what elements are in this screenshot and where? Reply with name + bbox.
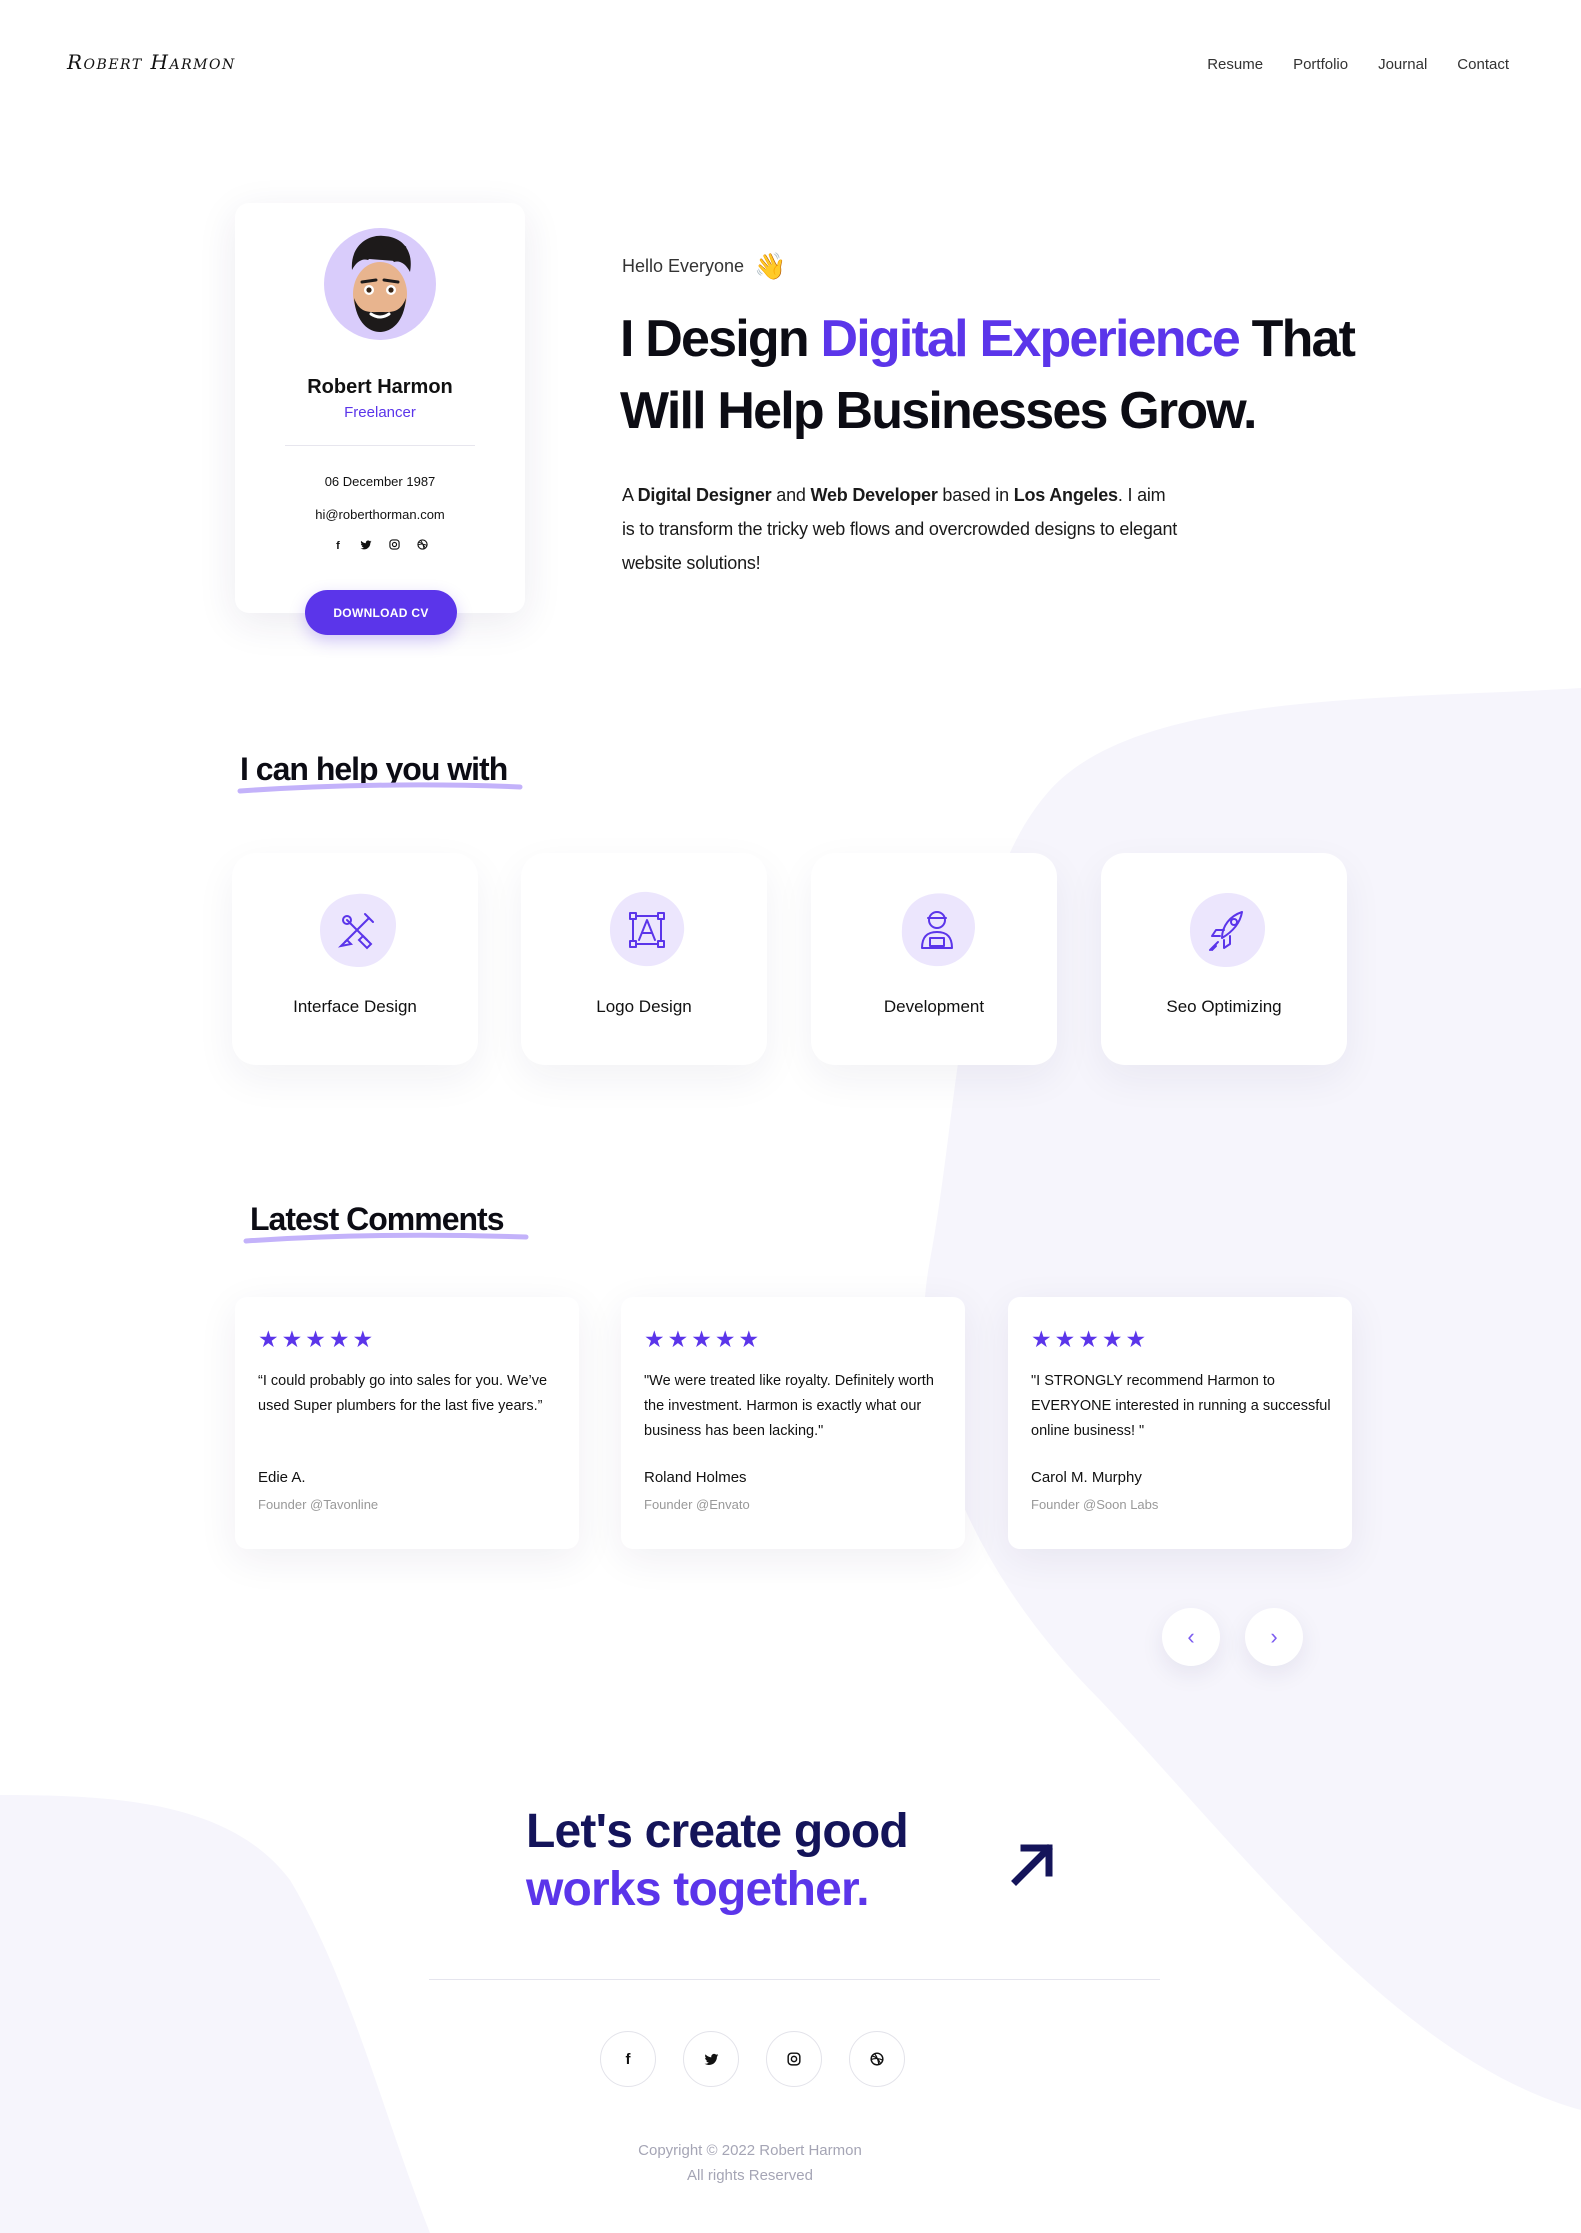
profile-social-links: f bbox=[235, 539, 525, 553]
nav-portfolio[interactable]: Portfolio bbox=[1293, 56, 1348, 73]
service-card-seo-optimizing[interactable]: Seo Optimizing bbox=[1101, 853, 1347, 1065]
bio-text: based in bbox=[937, 485, 1014, 505]
bio-bold: Los Angeles bbox=[1013, 485, 1118, 505]
comment-card: ★★★★★ “I could probably go into sales fo… bbox=[235, 1297, 579, 1549]
service-label: Development bbox=[883, 997, 985, 1016]
title-underline bbox=[243, 1232, 529, 1244]
headline-pre: I Design bbox=[620, 310, 821, 368]
footer-divider bbox=[429, 1979, 1160, 1980]
service-label: Interface Design bbox=[293, 997, 417, 1016]
service-card-logo-design[interactable]: Logo Design bbox=[521, 853, 767, 1065]
star-rating: ★★★★★ bbox=[1031, 1326, 1150, 1352]
site-logo[interactable]: Robert Harmon bbox=[67, 50, 236, 74]
rocket-icon bbox=[1189, 892, 1266, 968]
star-rating: ★★★★★ bbox=[644, 1326, 763, 1352]
service-card-development[interactable]: Development bbox=[811, 853, 1057, 1065]
comment-quote: "We were treated like royalty. Definitel… bbox=[644, 1373, 934, 1439]
next-comment-button[interactable]: › bbox=[1245, 1608, 1303, 1666]
cta-heading: Let's create good works together. bbox=[526, 1803, 909, 1919]
profile-dob: 06 December 1987 bbox=[324, 474, 436, 489]
avatar bbox=[324, 228, 436, 340]
comment-card: ★★★★★ "We were treated like royalty. Def… bbox=[621, 1297, 965, 1549]
dribbble-icon[interactable] bbox=[849, 2031, 905, 2087]
copyright-text: Copyright © 2022 Robert Harmon bbox=[638, 2142, 862, 2159]
design-tools-icon bbox=[320, 893, 397, 968]
arrow-up-right-icon[interactable] bbox=[1008, 1839, 1058, 1889]
comment-quote: "I STRONGLY recommend Harmon to EVERYONE… bbox=[1031, 1373, 1331, 1439]
rights-text: All rights Reserved bbox=[687, 2167, 813, 2184]
greeting-text: Hello Everyone bbox=[622, 255, 745, 276]
twitter-icon[interactable] bbox=[360, 539, 372, 553]
cta-line-2: works together. bbox=[526, 1863, 870, 1916]
comment-author: Carol M. Murphy bbox=[1031, 1469, 1142, 1486]
comment-company: Founder @Soon Labs bbox=[1031, 1497, 1159, 1512]
nav-contact[interactable]: Contact bbox=[1457, 56, 1509, 73]
headline-accent: Digital Experience bbox=[820, 310, 1241, 368]
download-cv-button[interactable]: DOWNLOAD CV bbox=[305, 590, 457, 635]
instagram-icon[interactable] bbox=[766, 2031, 822, 2087]
cta-line-1: Let's create good bbox=[526, 1805, 909, 1858]
main-nav: Resume Portfolio Journal Contact bbox=[1207, 56, 1509, 73]
bio-text: A bbox=[622, 485, 638, 505]
comment-author: Edie A. bbox=[258, 1469, 306, 1486]
greeting: Hello Everyone 👋 bbox=[622, 253, 786, 279]
waving-hand-icon: 👋 bbox=[754, 251, 787, 281]
service-label: Seo Optimizing bbox=[1166, 997, 1282, 1016]
service-card-interface-design[interactable]: Interface Design bbox=[232, 853, 478, 1065]
dribbble-icon[interactable] bbox=[416, 539, 428, 553]
footer-social-links: f bbox=[600, 2031, 905, 2087]
logo-letter-icon bbox=[609, 891, 685, 967]
profile-card: Robert Harmon Freelancer 06 December 198… bbox=[235, 203, 525, 613]
profile-divider bbox=[285, 445, 475, 446]
developer-icon bbox=[901, 893, 976, 967]
facebook-icon[interactable]: f bbox=[600, 2031, 656, 2087]
bio-bold: Digital Designer bbox=[637, 485, 772, 505]
bio-bold: Web Developer bbox=[810, 485, 938, 505]
star-rating: ★★★★★ bbox=[258, 1326, 377, 1352]
bio-text: and bbox=[771, 485, 811, 505]
comment-company: Founder @Tavonline bbox=[258, 1497, 379, 1512]
twitter-icon[interactable] bbox=[683, 2031, 739, 2087]
hero-headline: I Design Digital Experience That Will He… bbox=[620, 303, 1420, 447]
nav-journal[interactable]: Journal bbox=[1378, 56, 1427, 73]
comment-quote: “I could probably go into sales for you.… bbox=[258, 1373, 548, 1414]
comment-company: Founder @Envato bbox=[644, 1497, 750, 1512]
title-underline bbox=[237, 782, 523, 794]
nav-resume[interactable]: Resume bbox=[1207, 56, 1263, 73]
comment-author: Roland Holmes bbox=[644, 1469, 747, 1486]
comment-card: ★★★★★ "I STRONGLY recommend Harmon to EV… bbox=[1008, 1297, 1352, 1549]
copyright: Copyright © 2022 Robert Harmon All right… bbox=[0, 2138, 1500, 2188]
profile-role: Freelancer bbox=[344, 404, 416, 421]
prev-comment-button[interactable]: ‹ bbox=[1162, 1608, 1220, 1666]
profile-name: Robert Harmon bbox=[307, 376, 453, 398]
hero-bio: A Digital Designer and Web Developer bas… bbox=[622, 478, 1182, 580]
instagram-icon[interactable] bbox=[388, 539, 400, 553]
service-label: Logo Design bbox=[596, 997, 692, 1016]
facebook-icon[interactable]: f bbox=[332, 539, 344, 553]
profile-email[interactable]: hi@roberthorman.com bbox=[235, 507, 525, 522]
